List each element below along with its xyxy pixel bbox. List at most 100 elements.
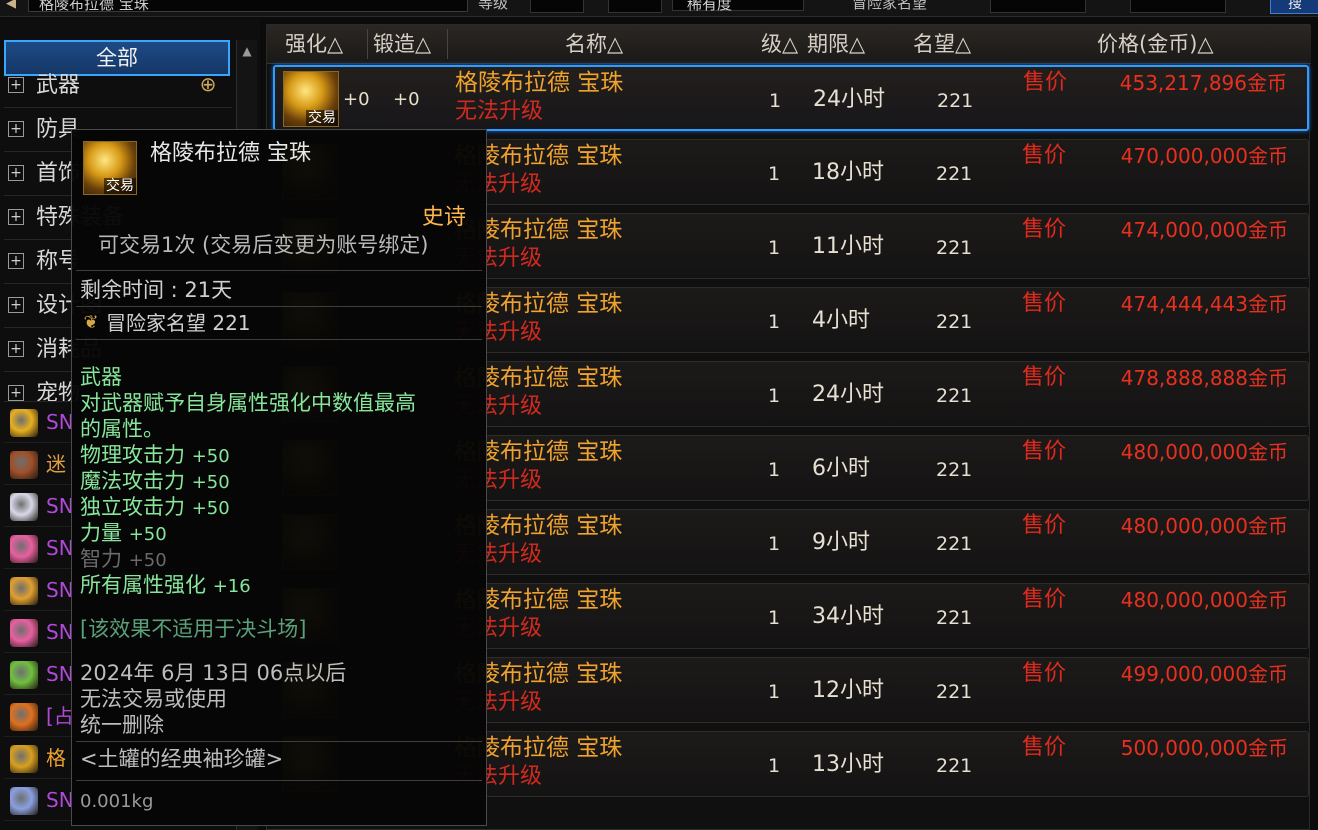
stat-line: 物理攻击力 +50 [80, 442, 230, 470]
category-weapon[interactable]: + 武器 ⊕ [4, 68, 232, 108]
trade-tag: 交易 [104, 178, 136, 194]
listing-row[interactable]: 交易 +0 +0 格陵布拉德 宝珠 无法升级 1 24小时 221 售价 453,217,896金… [273, 65, 1309, 131]
item-icon [10, 787, 38, 815]
item-level: 1 [768, 385, 781, 407]
item-fame: 221 [936, 385, 973, 407]
listing-duration: 18小时 [812, 160, 884, 185]
history-item-text: SN [46, 662, 74, 686]
history-item-text: SN [46, 494, 74, 518]
item-icon[interactable]: 交易 [283, 71, 339, 127]
stat-label: 智力 [80, 547, 122, 571]
scroll-up-icon[interactable]: ▲ [237, 40, 257, 62]
listing-duration: 24小时 [812, 382, 884, 407]
level-filter-label: 等级 [478, 0, 509, 12]
item-level: 1 [768, 533, 781, 555]
sort-forge[interactable]: 锻造△ [373, 31, 431, 57]
history-item-text: 格 [46, 746, 66, 770]
item-level: 1 [768, 163, 781, 185]
history-item-text: SN [46, 536, 74, 560]
expand-icon[interactable]: + [8, 165, 24, 181]
item-icon [10, 703, 38, 731]
fame-min-input[interactable] [990, 0, 1086, 13]
price-value: 480,000,000金币 [1120, 588, 1288, 612]
item-level: 1 [768, 607, 781, 629]
item-name: 格陵布拉德 宝珠 [455, 70, 624, 96]
magnifier-icon[interactable]: ⊕ [196, 72, 220, 96]
forge-value: +0 [393, 89, 420, 110]
level-max-input[interactable] [608, 0, 662, 13]
tooltip-item-name: 格陵布拉德 宝珠 [150, 141, 311, 166]
sort-fame[interactable]: 名望△ [913, 31, 971, 57]
stat-label: 所有属性强化 [80, 573, 206, 597]
history-item-text: SN [46, 788, 74, 812]
sell-price-label: 售价 [1022, 365, 1067, 390]
item-level: 1 [768, 755, 781, 777]
item-fame: 221 [936, 459, 973, 481]
item-icon [10, 577, 38, 605]
stat-label: 物理攻击力 [80, 443, 185, 467]
expand-icon[interactable]: + [8, 209, 24, 225]
expand-icon[interactable]: + [8, 253, 24, 269]
item-fame: 221 [936, 533, 973, 555]
rarity-select[interactable]: 稀有度 [672, 0, 804, 12]
header-divider [447, 29, 448, 59]
top-toolbar: ◀ 格陵布拉德 宝珠 等级 稀有度 冒险家名望 搜 [0, 0, 1318, 17]
sort-level[interactable]: 级△ [761, 31, 798, 57]
item-fame: 221 [937, 90, 974, 112]
expand-icon[interactable]: + [8, 77, 24, 93]
reinforce-value: +0 [343, 89, 370, 110]
sell-price-label: 售价 [1022, 439, 1067, 464]
expand-icon[interactable]: + [8, 385, 24, 401]
item-icon: 交易 [83, 141, 137, 195]
stat-value: +50 [128, 550, 167, 571]
sort-reinforce[interactable]: 强化△ [285, 31, 343, 57]
item-fame: 221 [936, 607, 973, 629]
sell-price-label: 售价 [1022, 513, 1067, 538]
sell-price-label: 售价 [1022, 587, 1067, 612]
back-chevron-icon[interactable]: ◀ [6, 0, 16, 11]
stat-line: 独立攻击力 +50 [80, 494, 230, 522]
search-button[interactable]: 搜 [1270, 0, 1318, 14]
listing-duration: 11小时 [812, 234, 884, 259]
item-weight: 0.001kg [80, 791, 154, 812]
pvp-note: [该效果不适用于决斗场] [80, 617, 307, 641]
item-fame: 221 [936, 755, 973, 777]
inactive-stat-line: 智力 +50 [80, 546, 167, 574]
divider [76, 270, 482, 271]
divider [76, 780, 482, 781]
fame-max-input[interactable] [1130, 0, 1226, 13]
price-value: 474,444,443金币 [1120, 292, 1288, 316]
stat-label: 独立攻击力 [80, 495, 185, 519]
sort-name[interactable]: 名称△ [565, 31, 623, 57]
sell-price-label: 售价 [1022, 735, 1067, 760]
sell-price-label: 售价 [1022, 217, 1067, 242]
expand-icon[interactable]: + [8, 297, 24, 313]
listing-duration: 9小时 [812, 530, 870, 555]
item-level: 1 [768, 237, 781, 259]
sort-duration[interactable]: 期限△ [807, 31, 865, 57]
price-value: 480,000,000金币 [1120, 440, 1288, 464]
level-min-input[interactable] [530, 0, 584, 13]
item-fame: 221 [936, 163, 973, 185]
stat-value: +50 [191, 446, 230, 467]
expand-icon[interactable]: + [8, 121, 24, 137]
listing-duration: 6小时 [812, 456, 870, 481]
stat-value: +50 [191, 472, 230, 493]
listing-duration: 24小时 [813, 87, 885, 112]
set-name: <土罐的经典袖珍罐> [80, 747, 284, 771]
price-value: 478,888,888金币 [1120, 366, 1288, 390]
sort-price[interactable]: 价格(金币)△ [1097, 31, 1214, 57]
price-value: 499,000,000金币 [1120, 662, 1288, 686]
price-value: 500,000,000金币 [1120, 736, 1288, 760]
item-icon [10, 745, 38, 773]
item-level: 1 [769, 90, 782, 112]
expand-icon[interactable]: + [8, 341, 24, 357]
sell-price-label: 售价 [1022, 661, 1067, 686]
item-icon [10, 493, 38, 521]
search-input[interactable]: 格陵布拉德 宝珠 [28, 0, 468, 12]
stat-line: 力量 +50 [80, 520, 167, 548]
listing-duration: 34小时 [812, 604, 884, 629]
divider [76, 741, 482, 742]
item-tooltip: 交易 格陵布拉德 宝珠 史诗 可交易1次 (交易后变更为账号绑定) 剩余时间 :… [71, 129, 487, 826]
divider [76, 306, 482, 307]
